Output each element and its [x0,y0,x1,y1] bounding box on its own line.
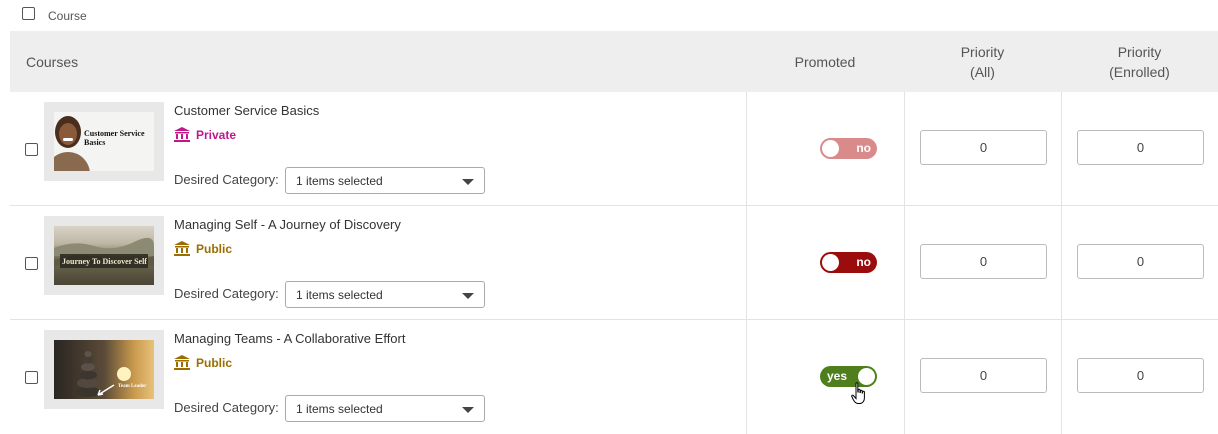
desired-category-select[interactable]: 1 items selected [285,395,485,422]
course-title[interactable]: Customer Service Basics [174,103,319,118]
priority-enrolled-input[interactable]: 0 [1077,358,1204,393]
course-thumbnail[interactable]: Customer Service Basics [44,102,164,181]
institution-icon [174,355,190,370]
desired-category-select[interactable]: 1 items selected [285,281,485,308]
chevron-down-icon [462,293,474,299]
row-checkbox[interactable] [25,143,38,156]
priority-all-input[interactable]: 0 [920,358,1047,393]
institution-icon [174,127,190,142]
course-title[interactable]: Managing Self - A Journey of Discovery [174,217,401,232]
toggle-knob [822,254,839,271]
table-header: Courses Promoted Priority (All) Priority(… [10,31,1218,92]
desired-category-label: Desired Category: [174,172,279,187]
header-promoted: Promoted [794,53,856,70]
thumbnail-text: Team Leader [118,384,147,389]
table-row: Journey To Discover Self Managing Self -… [10,206,1218,320]
visibility-public: Public [174,355,232,370]
courses-table: Courses Promoted Priority (All) Priority(… [10,31,1218,434]
promoted-toggle[interactable]: no [820,138,877,159]
priority-enrolled-input[interactable]: 0 [1077,130,1204,165]
header-courses: Courses [26,53,79,70]
priority-all-input[interactable]: 0 [920,130,1047,165]
toggle-knob [822,140,839,157]
row-checkbox[interactable] [25,257,38,270]
table-row: Team Leader Managing Teams - A Collabora… [10,320,1218,434]
visibility-public: Public [174,241,232,256]
desired-category-select[interactable]: 1 items selected [285,167,485,194]
course-thumbnail[interactable]: Journey To Discover Self [44,216,164,295]
desired-category-label: Desired Category: [174,400,279,415]
thumbnail-text: Journey To Discover Self [62,257,147,266]
course-title[interactable]: Managing Teams - A Collaborative Effort [174,331,405,346]
institution-icon [174,241,190,256]
header-priority-all: Priority (All) [960,43,1005,80]
table-row: Customer Service Basics Customer Service… [10,92,1218,206]
chevron-down-icon [462,179,474,185]
priority-all-input[interactable]: 0 [920,244,1047,279]
row-checkbox[interactable] [25,371,38,384]
chevron-down-icon [462,407,474,413]
course-filter-bar: Course [0,0,1218,31]
thumbnail-text: Customer Service Basics [84,129,145,147]
course-thumbnail[interactable]: Team Leader [44,330,164,409]
promoted-toggle[interactable]: no [820,252,877,273]
desired-category-label: Desired Category: [174,286,279,301]
visibility-private: Private [174,127,236,142]
course-filter-label: Course [48,9,87,23]
priority-enrolled-input[interactable]: 0 [1077,244,1204,279]
header-priority-enrolled: Priority (Enrolled) [1109,43,1170,80]
course-select-all-checkbox[interactable] [22,7,35,20]
hand-cursor-icon [851,382,865,404]
